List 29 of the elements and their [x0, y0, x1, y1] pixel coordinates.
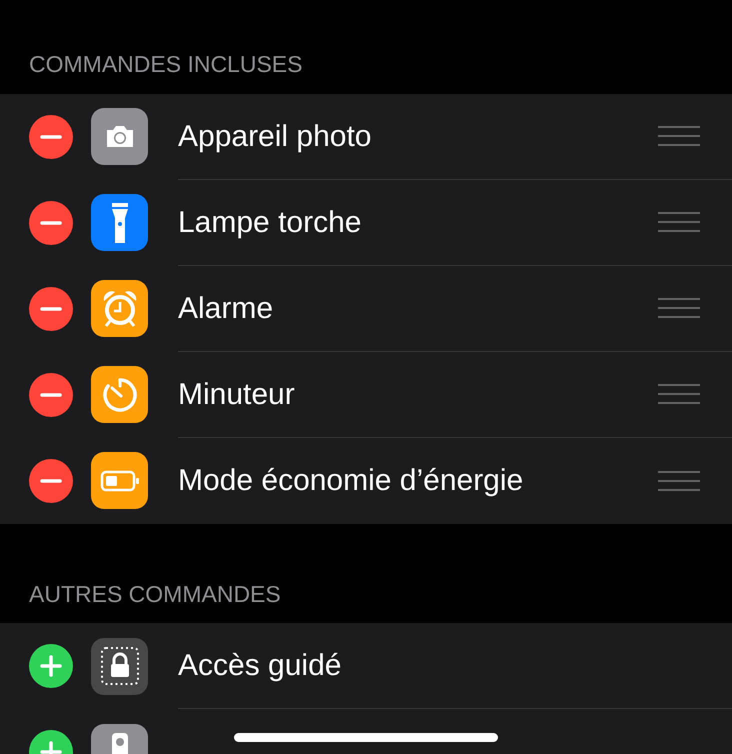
remove-button[interactable]	[29, 114, 73, 158]
minus-icon	[40, 306, 62, 310]
control-label: Lampe torche	[178, 204, 362, 240]
minus-icon	[40, 134, 62, 138]
flashlight-icon	[110, 202, 130, 244]
drag-handle-icon[interactable]	[658, 125, 700, 147]
drag-handle-icon[interactable]	[658, 470, 700, 492]
control-label: Alarme	[178, 290, 274, 326]
control-label: Accès guidé	[178, 648, 342, 684]
add-button[interactable]	[29, 644, 73, 688]
control-label: Appareil photo	[178, 118, 372, 154]
drag-handle-icon[interactable]	[658, 383, 700, 405]
lock-icon	[98, 645, 140, 687]
control-label: Minuteur	[178, 376, 295, 412]
remove-button[interactable]	[29, 200, 73, 244]
drag-handle-icon[interactable]	[658, 297, 700, 319]
minus-icon	[40, 220, 62, 224]
remove-button[interactable]	[29, 372, 73, 416]
battery-icon	[100, 470, 140, 492]
remove-button[interactable]	[29, 286, 73, 330]
section-header: AUTRES COMMANDES	[28, 580, 282, 608]
timer-icon	[100, 376, 138, 414]
remove-button[interactable]	[29, 458, 73, 502]
section-header: COMMANDES INCLUSES	[28, 50, 304, 79]
minus-icon	[40, 392, 62, 396]
minus-icon	[40, 478, 62, 482]
control-label: Mode économie d’énergie	[178, 463, 524, 499]
plus-icon	[40, 655, 62, 677]
drag-handle-icon[interactable]	[658, 211, 700, 233]
